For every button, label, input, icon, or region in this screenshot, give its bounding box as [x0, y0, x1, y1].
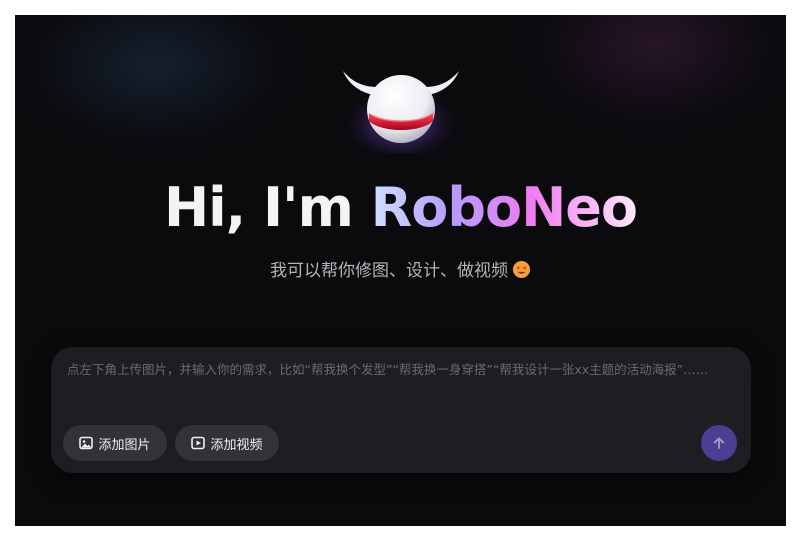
background-glow-pink [485, 15, 786, 155]
add-image-label: 添加图片 [98, 437, 151, 453]
image-icon [79, 436, 94, 450]
chat-composer: 添加图片 添加视频 [51, 347, 751, 473]
add-video-label: 添加视频 [210, 437, 263, 453]
hero-subtitle-text: 我可以帮你修图、设计、做视频 [270, 261, 508, 281]
roboneo-mascot-icon [331, 53, 471, 153]
hero-title-brand: RoboNeo [370, 176, 638, 239]
prompt-input[interactable] [67, 361, 739, 405]
hero-title: Hi, I'm RoboNeo [15, 173, 786, 243]
add-image-button[interactable]: 添加图片 [63, 425, 167, 461]
background-glow-blue [15, 15, 335, 175]
app-window: Hi, I'm RoboNeo 我可以帮你修图、设计、做视频 添加图片 [15, 15, 786, 526]
starstruck-face-icon [512, 260, 531, 279]
arrow-up-icon [713, 437, 725, 449]
send-button[interactable] [701, 425, 737, 461]
hero-title-prefix: Hi, I'm [163, 176, 371, 239]
video-icon [191, 436, 206, 450]
hero-subtitle: 我可以帮你修图、设计、做视频 [15, 258, 786, 284]
add-video-button[interactable]: 添加视频 [175, 425, 279, 461]
